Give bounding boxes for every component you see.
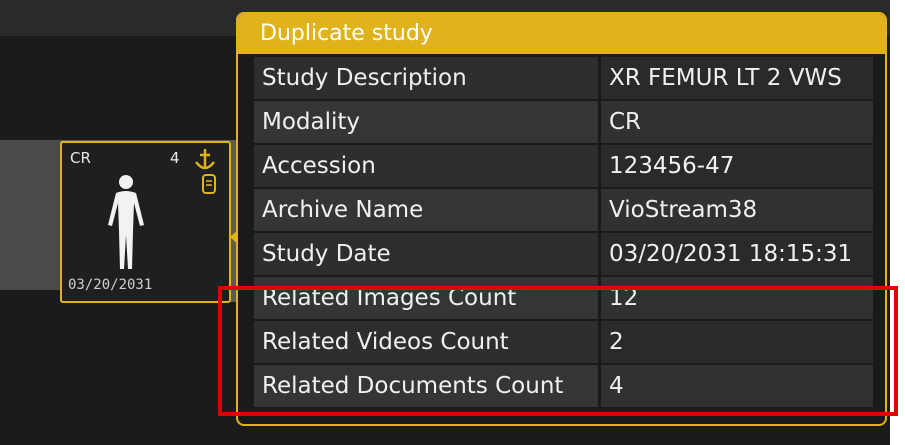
row-label: Archive Name — [254, 189, 598, 231]
side-strip — [0, 140, 60, 290]
row-label: Modality — [254, 101, 598, 143]
related-counts-highlight — [218, 286, 898, 416]
row-label: Study Date — [254, 233, 598, 275]
row-label: Study Description — [254, 57, 598, 99]
row-value: 123456-47 — [601, 145, 873, 187]
thumbnail-modality: CR — [70, 149, 91, 167]
popup-title: Duplicate study — [238, 14, 885, 54]
anchor-icon[interactable] — [193, 147, 217, 173]
row-label: Accession — [254, 145, 598, 187]
study-thumbnail[interactable]: CR 4 03/20/2031 — [60, 141, 231, 303]
row-accession: Accession 123456-47 — [254, 145, 873, 189]
row-value: CR — [601, 101, 873, 143]
thumbnail-date: 03/20/2031 — [68, 277, 153, 293]
row-value: XR FEMUR LT 2 VWS — [601, 57, 873, 99]
row-study-description: Study Description XR FEMUR LT 2 VWS — [254, 57, 873, 101]
person-silhouette-icon — [108, 175, 144, 269]
document-icon[interactable] — [201, 173, 217, 195]
row-modality: Modality CR — [254, 101, 873, 145]
thumbnail-image-count: 4 — [170, 149, 180, 167]
row-value: VioStream38 — [601, 189, 873, 231]
row-study-date: Study Date 03/20/2031 18:15:31 — [254, 233, 873, 277]
row-archive-name: Archive Name VioStream38 — [254, 189, 873, 233]
row-value: 03/20/2031 18:15:31 — [601, 233, 873, 275]
